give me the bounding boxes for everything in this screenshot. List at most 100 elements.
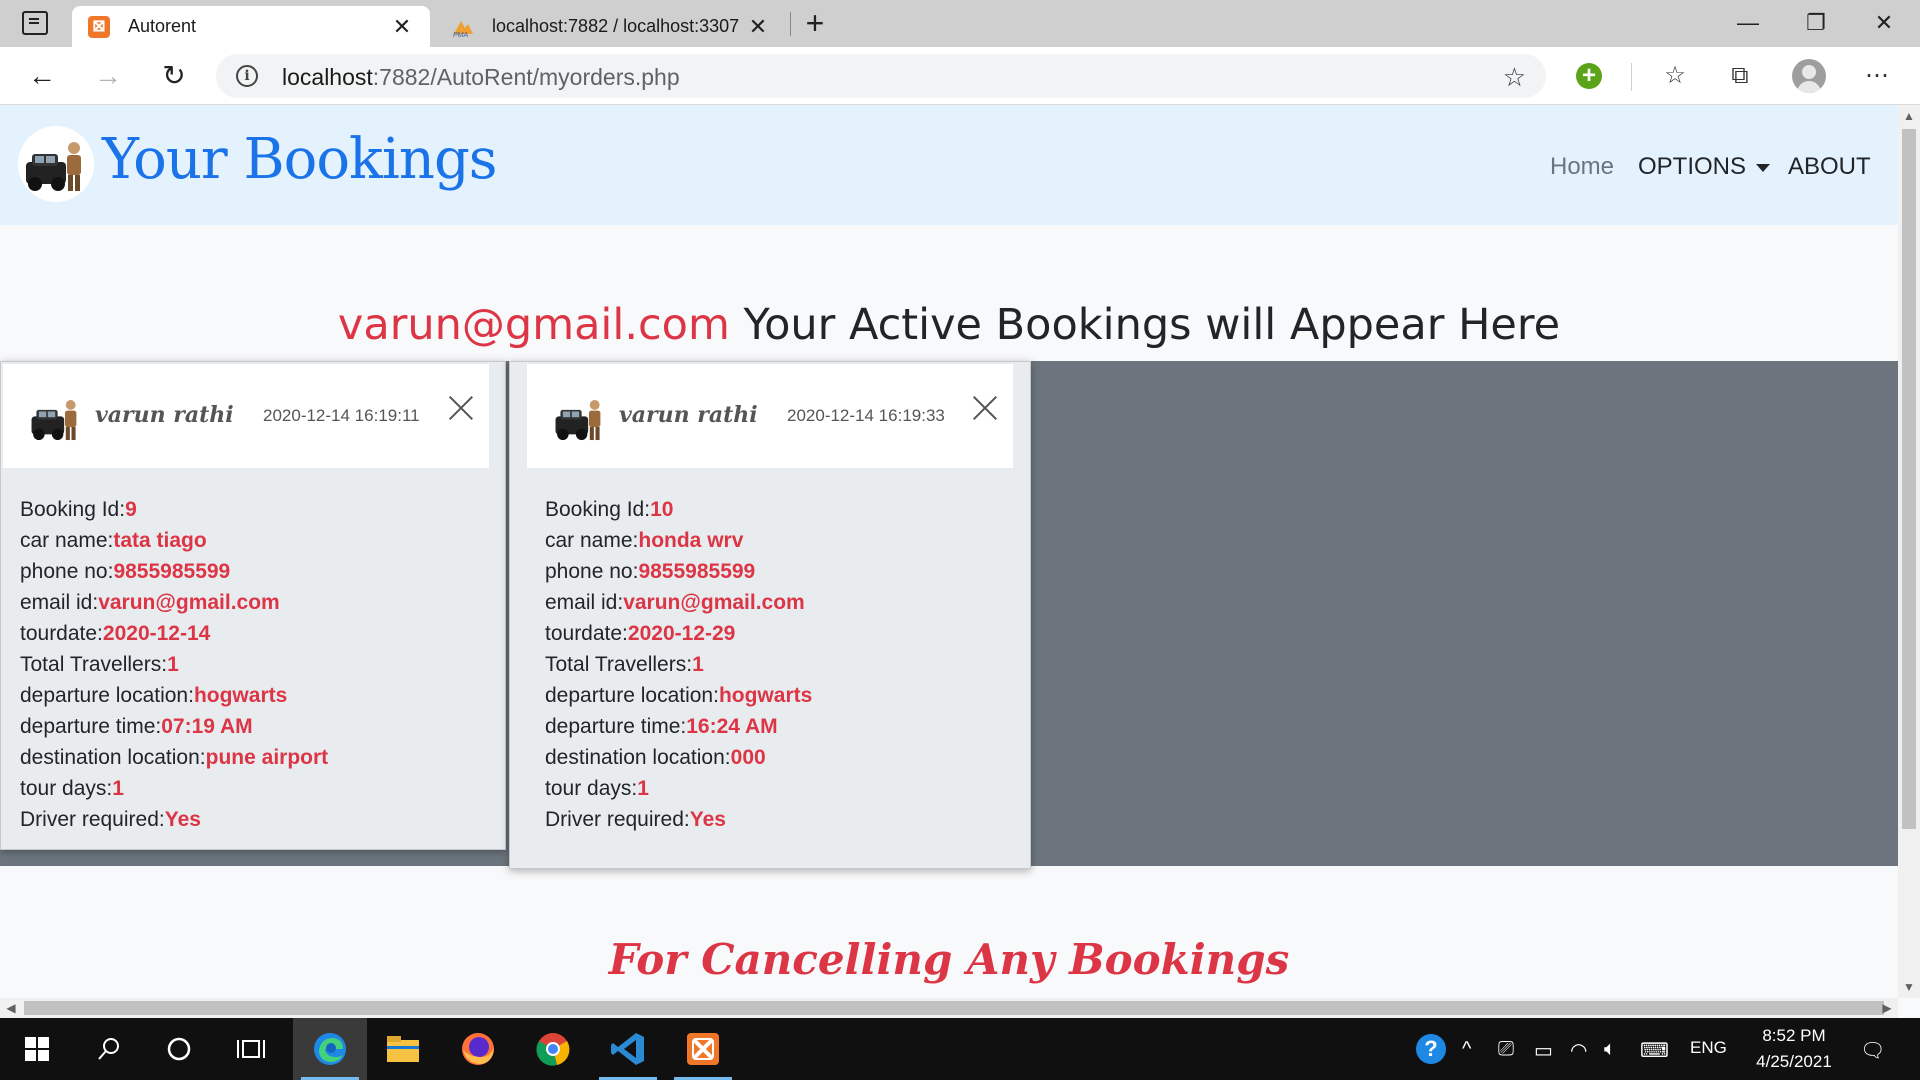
file-explorer-icon[interactable] [366,1018,440,1080]
booking-user-name: varun rathi [619,402,758,428]
help-icon[interactable]: ? [1416,1034,1446,1064]
profile-icon[interactable] [1792,59,1826,93]
brand-logo[interactable] [18,126,94,202]
clock-time[interactable]: 8:52 PM [1754,1026,1834,1046]
svg-text:PMA: PMA [453,32,469,38]
cancel-section-heading: For Cancelling Any Bookings [608,935,1290,984]
driver-required-row: Driver required:Yes [20,808,201,831]
departure-location-row: departure location:hogwarts [20,684,288,707]
booking-details: Booking Id:9 car name:tata tiago phone n… [20,494,328,835]
xampp-icon[interactable] [666,1018,740,1080]
language-indicator[interactable]: ENG [1690,1038,1727,1058]
close-icon[interactable] [969,392,1001,424]
windows-start-icon[interactable] [0,1018,74,1080]
booking-timestamp: 2020-12-14 16:19:33 [787,406,945,425]
heading-text: Your Active Bookings will Appear Here [729,300,1561,350]
back-icon[interactable]: ← [22,57,62,95]
car-name-row: car name:honda wrv [545,529,744,552]
booking-id-row: Booking Id:9 [20,498,137,521]
favorites-icon[interactable]: ☆ [1658,59,1692,93]
keyboard-icon[interactable]: ⌨ [1640,1038,1669,1063]
close-icon[interactable] [445,392,477,424]
address-bar[interactable]: i localhost:7882/AutoRent/myorders.php ☆ [216,54,1546,98]
close-tab-icon[interactable]: ✕ [744,14,772,40]
meet-now-icon[interactable]: ⎚ [1498,1038,1514,1061]
scroll-left-icon[interactable]: ◀ [0,998,22,1018]
notification-icon[interactable]: 🗨︎ [1860,1038,1885,1063]
extension-icon[interactable]: + [1576,63,1602,89]
booking-card: varun rathi 2020-12-14 16:19:33 Booking … [509,361,1031,869]
phone-row: phone no:9855985599 [545,560,756,583]
tab-title: Autorent [128,16,197,36]
vscode-icon[interactable] [591,1018,665,1080]
email-row: email id:varun@gmail.com [20,591,280,614]
close-tab-icon[interactable]: ✕ [388,14,416,40]
scroll-down-icon[interactable]: ▼ [1898,980,1920,994]
departure-time-row: departure time:16:24 AM [545,715,778,738]
url-text[interactable]: localhost:7882/AutoRent/myorders.php [282,64,680,91]
scroll-thumb[interactable] [24,1001,1884,1015]
scroll-right-icon[interactable]: ▶ [1876,998,1898,1018]
info-icon[interactable]: i [236,65,258,87]
tourdate-row: tourdate:2020-12-14 [20,622,211,645]
add-favorite-icon[interactable]: ☆ [1503,62,1526,93]
nav-options-dropdown[interactable]: OPTIONS [1638,153,1771,181]
tour-days-row: tour days:1 [20,777,124,800]
forward-icon[interactable]: → [88,57,128,95]
browser-toolbar: ← → ↻ i localhost:7882/AutoRent/myorders… [0,47,1920,105]
task-view-icon[interactable] [214,1018,288,1080]
tourdate-row: tourdate:2020-12-29 [545,622,736,645]
cortana-icon[interactable] [142,1018,216,1080]
car-name-row: car name:tata tiago [20,529,207,552]
battery-icon[interactable]: ▭ [1534,1038,1553,1063]
firefox-icon[interactable] [441,1018,515,1080]
caret-down-icon [1756,163,1771,172]
clock-date[interactable]: 4/25/2021 [1746,1052,1842,1072]
scroll-up-icon[interactable]: ▲ [1898,109,1920,123]
booking-details: Booking Id:10 car name:honda wrv phone n… [545,494,812,835]
nav-options-label: OPTIONS [1638,153,1747,180]
tour-days-row: tour days:1 [545,777,649,800]
horizontal-scrollbar[interactable]: ◀ ▶ [0,998,1898,1018]
heading-email: varun@gmail.com [337,300,730,350]
tab-title: localhost:7882 / localhost:3307 / [492,16,744,36]
vertical-scrollbar[interactable]: ▲ ▼ [1898,105,1920,998]
destination-row: destination location:000 [545,746,766,769]
close-window-icon[interactable]: ✕ [1854,6,1914,40]
nav-about-link[interactable]: ABOUT [1788,153,1871,181]
tab-phpmyadmin[interactable]: PMA localhost:7882 / localhost:3307 / ✕ [436,6,786,47]
refresh-icon[interactable]: ↻ [154,57,194,95]
booking-card-header: varun rathi 2020-12-14 16:19:11 [3,364,489,468]
new-tab-icon[interactable]: + [800,6,830,40]
scroll-thumb[interactable] [1902,129,1916,829]
travellers-row: Total Travellers:1 [20,653,179,676]
edge-icon[interactable] [293,1018,367,1080]
user-avatar [549,384,611,452]
booking-card: varun rathi 2020-12-14 16:19:11 Booking … [0,361,506,850]
destination-row: destination location:pune airport [20,746,329,769]
minimize-icon[interactable]: — [1718,6,1778,40]
chrome-icon[interactable] [516,1018,590,1080]
chevron-up-icon[interactable]: ^ [1462,1038,1471,1061]
bookings-heading: varun@gmail.com Your Active Bookings wil… [0,300,1898,350]
booking-user-name: varun rathi [95,402,234,428]
user-avatar [25,384,87,452]
collections-icon[interactable]: ⧉ [1723,59,1757,93]
booking-timestamp: 2020-12-14 16:19:11 [263,406,420,425]
tab-actions-icon[interactable] [22,11,48,35]
tab-autorent[interactable]: ⊠ Autorent ✕ [72,6,430,47]
site-navbar: Your Bookings Home OPTIONS ABOUT [0,105,1898,225]
restore-icon[interactable]: ❐ [1786,6,1846,40]
search-icon[interactable] [72,1018,146,1080]
more-icon[interactable]: ⋯ [1860,59,1894,93]
windows-taskbar: ? ^ ⎚ ▭ ◠ 🔈︎ ⌨ ENG 8:52 PM 4/25/2021 🗨︎ [0,1018,1920,1080]
browser-tab-strip: ⊠ Autorent ✕ PMA localhost:7882 / localh… [0,0,1920,47]
departure-time-row: departure time:07:19 AM [20,715,253,738]
volume-icon[interactable]: 🔈︎ [1604,1038,1616,1061]
wifi-icon[interactable]: ◠ [1570,1038,1587,1063]
nav-home-link[interactable]: Home [1550,153,1614,181]
xampp-icon: ⊠ [88,15,110,38]
page-title[interactable]: Your Bookings [102,127,498,192]
phone-row: phone no:9855985599 [20,560,231,583]
phpmyadmin-icon: PMA [452,16,474,38]
